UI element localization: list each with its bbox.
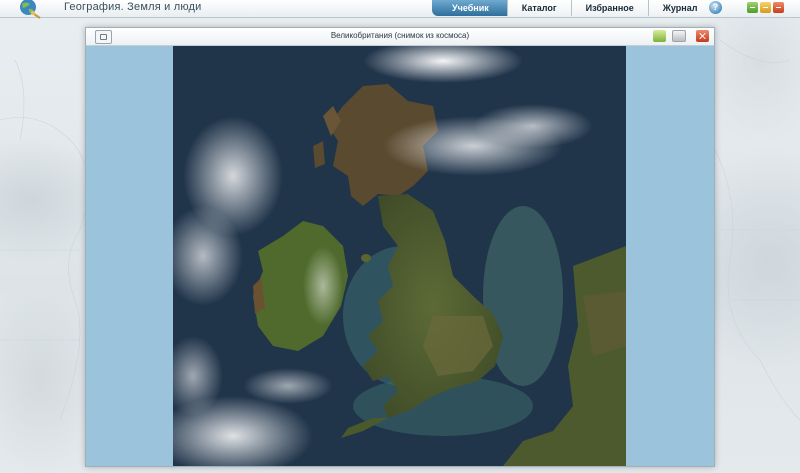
print-button[interactable] <box>672 30 686 42</box>
tab-catalog[interactable]: Каталог <box>506 0 571 16</box>
app-header: География. Земля и люди Учебник Каталог … <box>0 0 800 20</box>
main-tabs: Учебник Каталог Избранное Журнал <box>432 0 712 17</box>
tab-textbook[interactable]: Учебник <box>432 0 507 16</box>
close-viewer-button[interactable] <box>696 30 709 42</box>
help-icon[interactable]: ? <box>709 1 722 14</box>
tab-favorites[interactable]: Избранное <box>570 0 648 16</box>
viewer-title: Великобритания (снимок из космоса) <box>330 31 470 40</box>
restore-button[interactable] <box>760 2 771 13</box>
globe-logo-icon <box>14 0 44 20</box>
save-image-button[interactable] <box>653 30 666 42</box>
viewer-titlebar: Великобритания (снимок из космоса) <box>86 28 714 46</box>
satellite-image-great-britain <box>173 46 626 466</box>
image-viewer-window: Великобритания (снимок из космоса) <box>85 27 715 467</box>
tab-journal[interactable]: Журнал <box>647 0 712 16</box>
close-app-button[interactable] <box>773 2 784 13</box>
minimize-button[interactable] <box>747 2 758 13</box>
viewer-content <box>86 46 714 466</box>
app-title: География. Земля и люди <box>64 1 202 13</box>
